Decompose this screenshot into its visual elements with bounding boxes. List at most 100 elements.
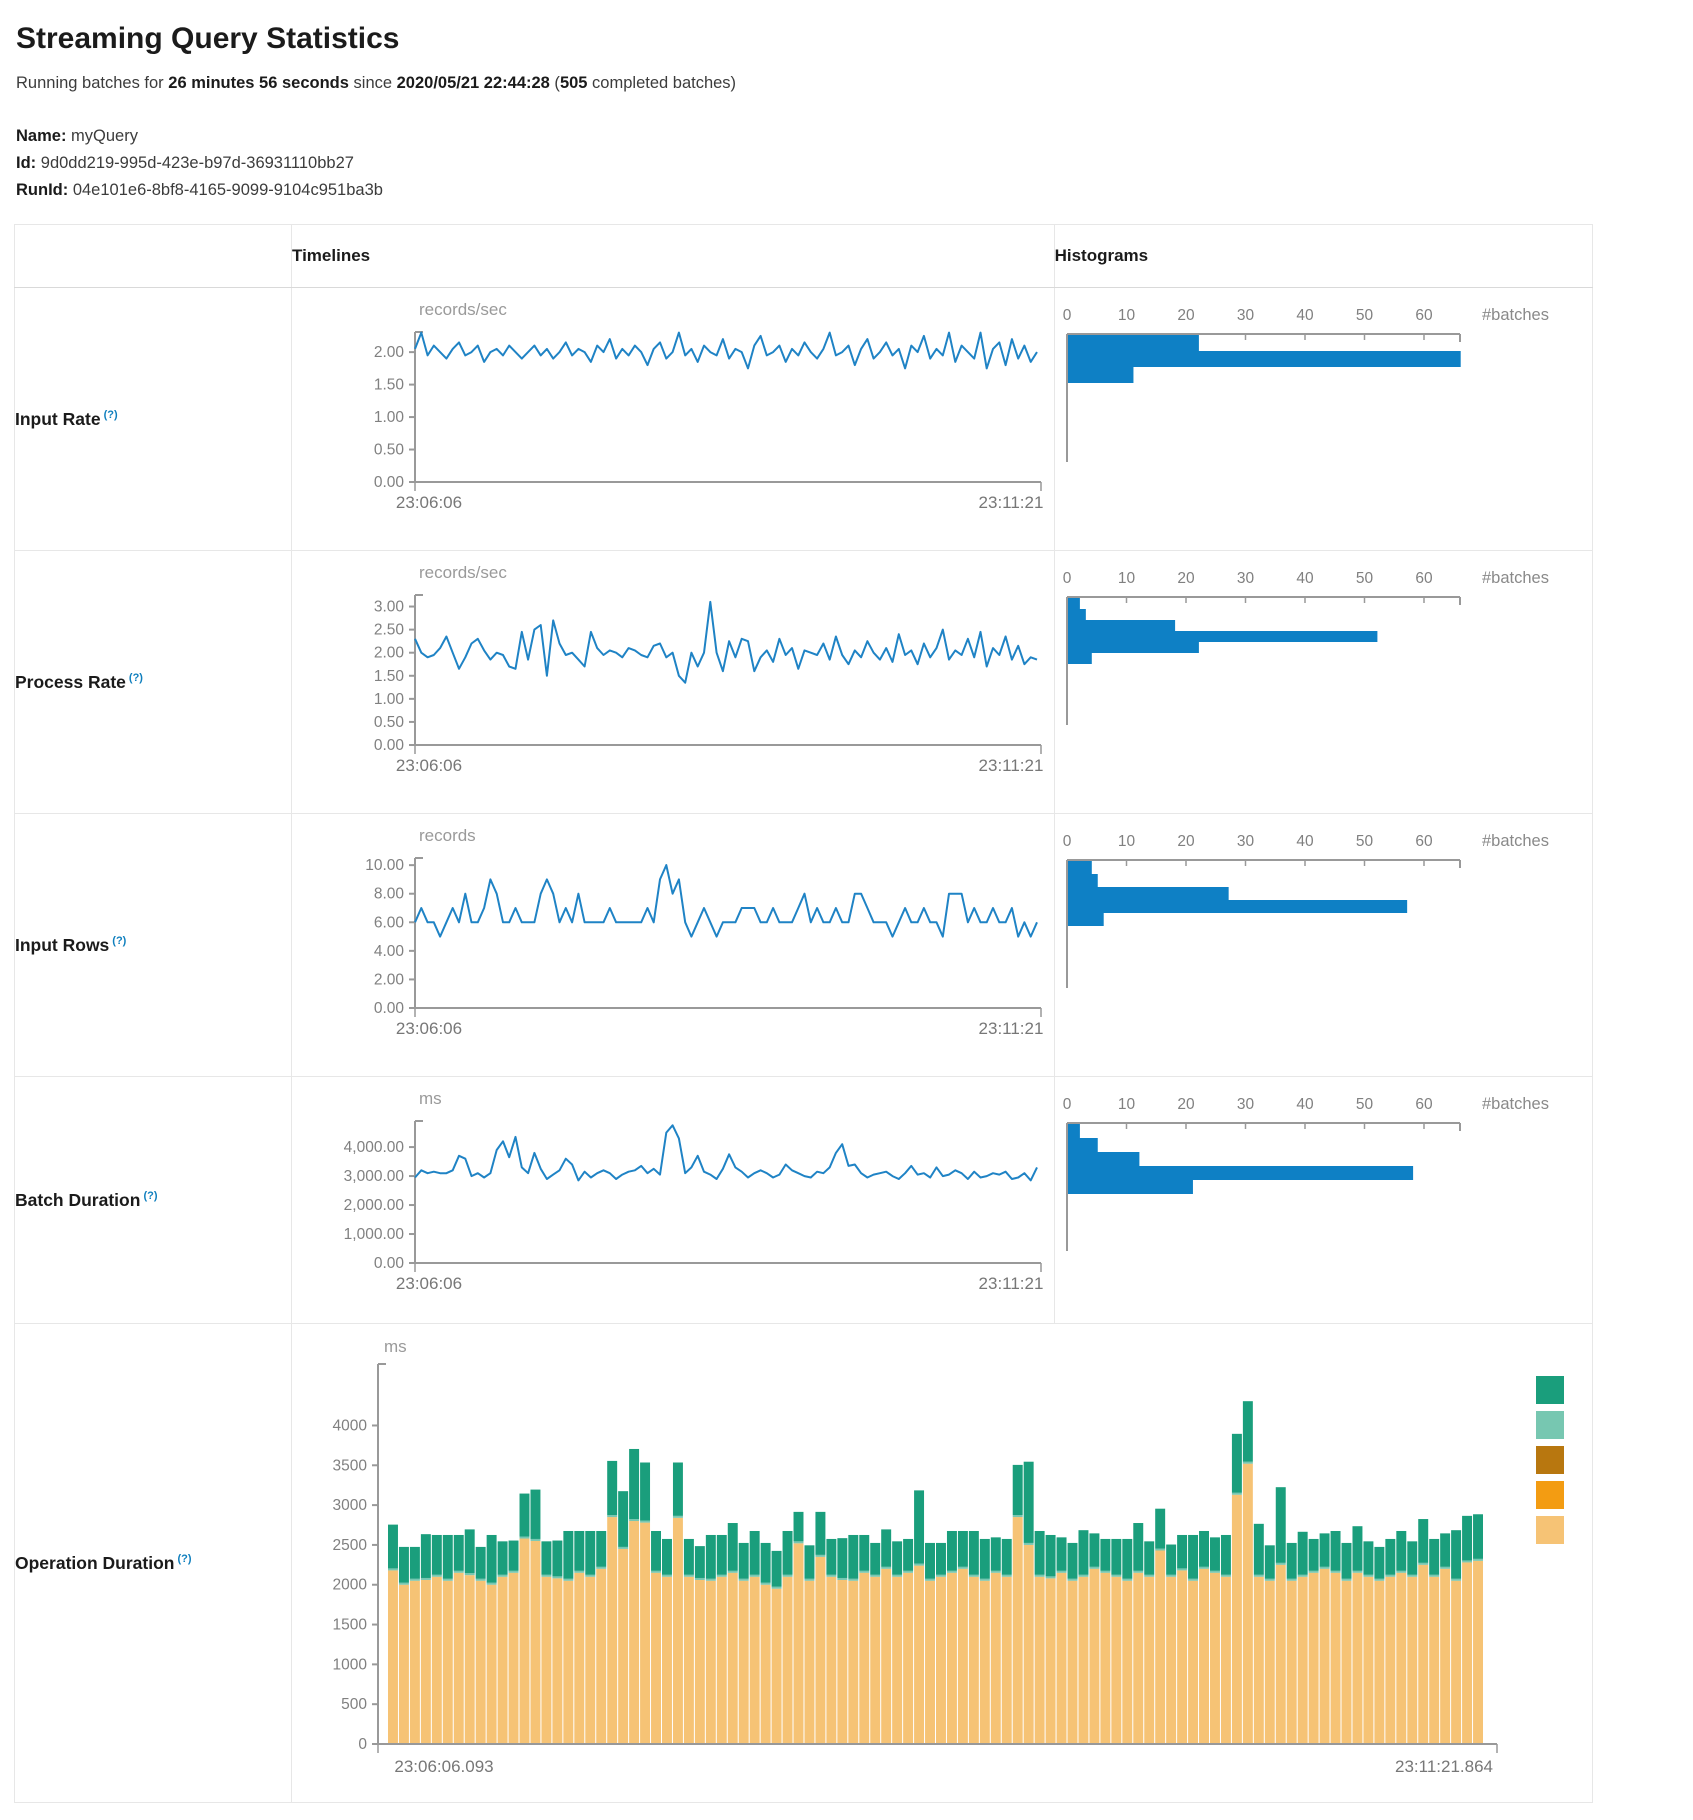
input-rows-histogram-chart: 0102030405060#batches (1055, 814, 1592, 1076)
operation-duration-legend (1536, 1376, 1564, 1544)
header-timelines: Timelines (292, 225, 1055, 288)
process-rate-histogram-chart: 0102030405060#batches (1055, 551, 1592, 813)
svg-text:0: 0 (1062, 570, 1071, 587)
svg-text:60: 60 (1415, 1096, 1433, 1113)
svg-text:23:11:21: 23:11:21 (979, 756, 1044, 775)
svg-text:23:06:06: 23:06:06 (396, 1274, 462, 1293)
svg-text:30: 30 (1236, 307, 1254, 324)
svg-text:0: 0 (358, 1736, 367, 1753)
svg-text:30: 30 (1236, 570, 1254, 587)
svg-text:10: 10 (1117, 1096, 1135, 1113)
svg-text:2000: 2000 (333, 1577, 368, 1594)
svg-text:#batches: #batches (1482, 306, 1549, 324)
input-rows-timeline-chart: records0.002.004.006.008.0010.0023:06:06… (292, 814, 1054, 1076)
table-row: Input Rows(?) records0.002.004.006.008.0… (15, 814, 1593, 1077)
svg-text:#batches: #batches (1482, 832, 1549, 850)
process-rate-timeline-chart: records/sec0.000.501.001.502.002.503.002… (292, 551, 1054, 813)
svg-text:1.00: 1.00 (374, 691, 405, 708)
svg-text:3500: 3500 (333, 1457, 368, 1474)
table-row: Process Rate(?) records/sec0.000.501.001… (15, 551, 1593, 814)
svg-text:30: 30 (1236, 1096, 1254, 1113)
svg-text:0: 0 (1062, 307, 1071, 324)
svg-text:60: 60 (1415, 570, 1433, 587)
help-icon[interactable]: (?) (143, 1190, 157, 1202)
svg-text:2500: 2500 (333, 1537, 368, 1554)
svg-text:23:11:21: 23:11:21 (979, 493, 1044, 512)
running-batches-summary: Running batches for 26 minutes 56 second… (16, 74, 1693, 93)
svg-text:0.00: 0.00 (374, 1255, 405, 1272)
start-timestamp: 2020/05/21 22:44:28 (397, 74, 550, 92)
svg-text:40: 40 (1296, 570, 1314, 587)
row-label-input-rate: Input Rate(?) (15, 288, 292, 551)
svg-text:0: 0 (1062, 1096, 1071, 1113)
svg-text:50: 50 (1355, 833, 1373, 850)
svg-text:6.00: 6.00 (374, 914, 405, 931)
svg-text:23:06:06: 23:06:06 (396, 756, 462, 775)
svg-text:23:11:21: 23:11:21 (979, 1019, 1044, 1038)
svg-text:30: 30 (1236, 833, 1254, 850)
query-id-value: 9d0dd219-995d-423e-b97d-36931110bb27 (41, 154, 354, 172)
operation-duration-stacked-chart: ms0500100015002000250030003500400023:06:… (292, 1324, 1592, 1802)
svg-text:0.00: 0.00 (374, 474, 405, 491)
svg-text:23:06:06: 23:06:06 (396, 493, 462, 512)
svg-text:20: 20 (1177, 1096, 1195, 1113)
legend-swatch (1536, 1411, 1564, 1439)
svg-text:records/sec: records/sec (419, 563, 507, 582)
legend-swatch (1536, 1481, 1564, 1509)
svg-text:1.50: 1.50 (374, 668, 405, 685)
svg-text:1,000.00: 1,000.00 (344, 1226, 405, 1243)
svg-text:10.00: 10.00 (365, 857, 404, 874)
svg-text:ms: ms (419, 1089, 442, 1108)
query-runid-row: RunId: 04e101e6-8bf8-4165-9099-9104c951b… (16, 177, 1693, 204)
svg-text:20: 20 (1177, 307, 1195, 324)
query-id-label: Id: (16, 154, 36, 172)
svg-text:500: 500 (341, 1696, 367, 1713)
table-row: Input Rate(?) records/sec0.000.501.001.5… (15, 288, 1593, 551)
running-duration: 26 minutes 56 seconds (168, 74, 349, 92)
svg-text:23:11:21: 23:11:21 (979, 1274, 1044, 1293)
svg-text:0.50: 0.50 (374, 714, 405, 731)
query-runid-value: 04e101e6-8bf8-4165-9099-9104c951ba3b (73, 181, 383, 199)
svg-text:4,000.00: 4,000.00 (344, 1139, 405, 1156)
legend-swatch (1536, 1446, 1564, 1474)
help-icon[interactable]: (?) (177, 1553, 191, 1565)
input-rate-timeline-chart: records/sec0.000.501.001.502.0023:06:062… (292, 288, 1054, 550)
svg-text:3.00: 3.00 (374, 599, 405, 616)
batch-duration-timeline-chart: ms 0.00 1,000.00 2,000.00 3,000.00 4,000.00 23… (292, 1077, 1054, 1323)
svg-text:3,000.00: 3,000.00 (344, 1168, 405, 1185)
row-label-batch-duration: Batch Duration(?) (15, 1077, 292, 1324)
help-icon[interactable]: (?) (129, 672, 143, 684)
svg-text:20: 20 (1177, 570, 1195, 587)
legend-swatch (1536, 1376, 1564, 1404)
query-name-label: Name: (16, 127, 66, 145)
query-runid-label: RunId: (16, 181, 68, 199)
svg-text:60: 60 (1415, 833, 1433, 850)
legend-swatch (1536, 1516, 1564, 1544)
svg-text:0.50: 0.50 (374, 442, 405, 459)
table-row: Batch Duration(?) ms 0.00 1,000.00 2,000.00… (15, 1077, 1593, 1324)
streaming-query-statistics-page: Streaming Query Statistics Running batch… (0, 0, 1693, 1820)
table-header-row: Timelines Histograms (15, 225, 1593, 288)
svg-text:2,000.00: 2,000.00 (344, 1197, 405, 1214)
row-label-process-rate: Process Rate(?) (15, 551, 292, 814)
svg-text:1.50: 1.50 (374, 377, 405, 394)
svg-text:40: 40 (1296, 307, 1314, 324)
svg-text:23:11:21.864: 23:11:21.864 (1395, 1757, 1493, 1776)
help-icon[interactable]: (?) (112, 935, 126, 947)
svg-text:records: records (419, 826, 476, 845)
svg-text:23:06:06: 23:06:06 (396, 1019, 462, 1038)
svg-text:2.00: 2.00 (374, 344, 405, 361)
svg-text:1000: 1000 (333, 1656, 368, 1673)
row-label-operation-duration: Operation Duration(?) (15, 1324, 292, 1803)
header-histograms: Histograms (1054, 225, 1592, 288)
query-name-row: Name: myQuery (16, 123, 1693, 150)
svg-text:2.50: 2.50 (374, 622, 405, 639)
header-empty-cell (15, 225, 292, 288)
svg-text:10: 10 (1117, 307, 1135, 324)
page-title: Streaming Query Statistics (16, 22, 1693, 56)
query-id-row: Id: 9d0dd219-995d-423e-b97d-36931110bb27 (16, 150, 1693, 177)
svg-text:4.00: 4.00 (374, 943, 405, 960)
help-icon[interactable]: (?) (104, 409, 118, 421)
svg-text:40: 40 (1296, 1096, 1314, 1113)
svg-text:0.00: 0.00 (374, 1000, 405, 1017)
